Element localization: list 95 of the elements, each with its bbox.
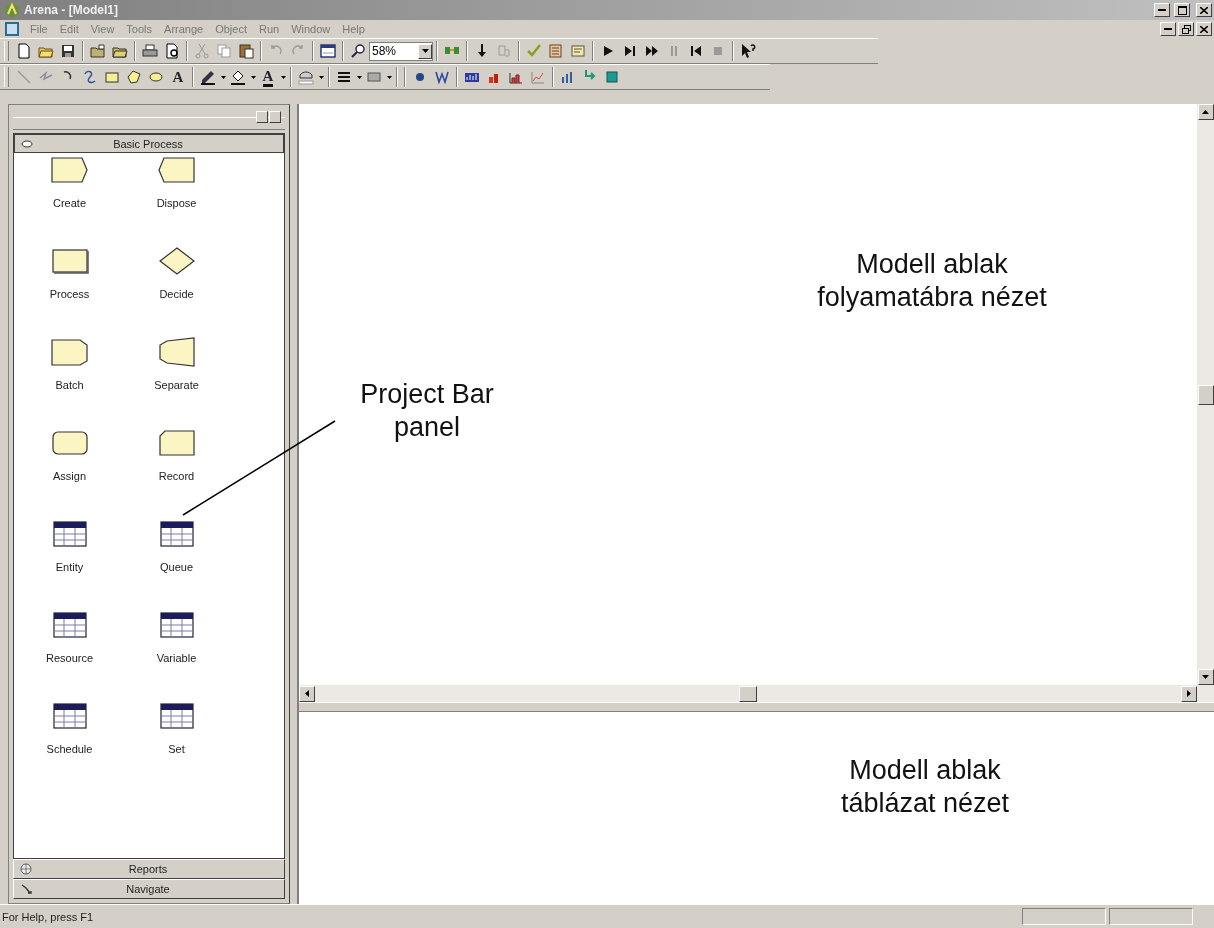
dropdown-arrow-icon[interactable] <box>250 75 256 79</box>
zoom-combo[interactable]: 58% <box>369 41 433 61</box>
module-label[interactable]: Decide <box>159 288 194 300</box>
close-panel-button[interactable] <box>269 111 281 123</box>
minimize-icon <box>1158 9 1166 11</box>
note-icon[interactable] <box>570 43 586 59</box>
module-label[interactable]: Create <box>53 197 86 209</box>
skip-back-icon[interactable] <box>688 43 704 59</box>
separate-shape-icon[interactable] <box>156 337 197 367</box>
panel-header[interactable]: Basic Process <box>13 133 285 153</box>
station-icon[interactable] <box>604 69 620 85</box>
new-document-icon[interactable] <box>16 43 32 59</box>
maximize-icon <box>1177 5 1187 15</box>
dropdown-arrow-icon[interactable] <box>220 75 226 79</box>
fast-forward-icon[interactable] <box>644 43 660 59</box>
module-label[interactable]: Batch <box>55 379 84 391</box>
clipboard-icon[interactable] <box>238 43 254 59</box>
minimize-button[interactable] <box>1160 22 1176 36</box>
close-icon <box>1200 25 1208 33</box>
left-arrow-icon <box>305 690 309 697</box>
process-shape-icon[interactable] <box>49 246 90 276</box>
horizontal-scrollbar[interactable] <box>299 685 1214 702</box>
eye-icon <box>21 139 33 148</box>
create-shape-icon[interactable] <box>49 155 90 185</box>
vertical-scrollbar[interactable] <box>1197 104 1214 685</box>
globe-icon <box>20 863 32 875</box>
dropdown-arrow-icon[interactable] <box>318 75 324 79</box>
word-document-icon[interactable] <box>434 69 450 85</box>
dropdown-arrow-icon[interactable] <box>421 49 429 53</box>
scroll-thumb[interactable] <box>1197 384 1214 405</box>
down-arrow-icon <box>1202 675 1209 679</box>
scroll-left-button[interactable] <box>256 111 268 123</box>
module-label[interactable]: Process <box>49 288 90 300</box>
step-icon[interactable] <box>622 43 638 59</box>
close-icon <box>1200 6 1208 14</box>
printer-icon[interactable] <box>142 43 158 59</box>
scroll-down-button[interactable] <box>1197 669 1214 685</box>
module-label[interactable]: Record <box>158 470 195 482</box>
curve-icon[interactable] <box>82 69 98 85</box>
close-button[interactable] <box>1196 3 1212 17</box>
scroll-thumb[interactable] <box>739 685 757 702</box>
module-label[interactable]: Dispose <box>156 197 197 209</box>
background-color-icon[interactable] <box>298 69 314 85</box>
window-icon[interactable] <box>320 43 336 59</box>
record-shape-icon[interactable] <box>156 428 197 458</box>
scroll-right-button[interactable] <box>1181 685 1197 702</box>
panel-header[interactable]: Reports <box>13 859 285 879</box>
assign-shape-icon[interactable] <box>49 428 90 458</box>
help-cursor-icon[interactable] <box>740 43 756 59</box>
line-color-icon[interactable] <box>200 69 216 85</box>
splitter-bar[interactable] <box>299 702 1214 712</box>
rectangle-icon[interactable] <box>104 69 120 85</box>
annotation-label: Project Bar panel <box>359 378 495 444</box>
module-label[interactable]: Assign <box>53 470 86 482</box>
minimize-icon <box>1164 28 1172 30</box>
annotation-label: Modell ablak folyamatábra nézet <box>816 248 1048 314</box>
dropdown-arrow-icon[interactable] <box>356 75 362 79</box>
module-label[interactable]: Entity <box>55 561 84 573</box>
dropdown-arrow-icon[interactable] <box>280 75 286 79</box>
dispose-shape-icon[interactable] <box>156 155 197 185</box>
ellipse-icon[interactable] <box>148 69 164 85</box>
module-label[interactable]: Schedule <box>46 743 93 755</box>
up-arrow-icon <box>1202 110 1209 114</box>
polygon-icon[interactable] <box>126 69 142 85</box>
scroll-up-button[interactable] <box>1197 104 1214 120</box>
module-label[interactable]: Resource <box>45 652 94 664</box>
fill-color-icon[interactable] <box>230 69 246 85</box>
maximize-button[interactable] <box>1174 3 1190 17</box>
restore-button[interactable] <box>1178 22 1194 36</box>
print-preview-icon[interactable] <box>164 43 180 59</box>
panel-header[interactable]: Navigate <box>13 879 285 899</box>
line-width-icon[interactable] <box>336 69 352 85</box>
scroll-left-button[interactable] <box>299 685 315 702</box>
module-label[interactable]: Separate <box>154 379 199 391</box>
dropdown-arrow-icon[interactable] <box>386 75 392 79</box>
check-icon[interactable] <box>526 43 542 59</box>
right-arrow-icon <box>1187 690 1191 697</box>
folder-icon[interactable] <box>90 43 106 59</box>
status-text: For Help, press F1 <box>2 910 95 923</box>
close-button[interactable] <box>1196 22 1212 36</box>
minimize-button[interactable] <box>1154 3 1170 17</box>
text-tool[interactable]: A <box>172 69 184 85</box>
save-icon[interactable] <box>60 43 76 59</box>
module-label[interactable]: Queue <box>160 561 193 573</box>
restore-icon <box>1181 24 1191 34</box>
batch-shape-icon[interactable] <box>49 337 90 367</box>
app-icon <box>4 2 20 18</box>
annotation-label: Modell ablak táblázat nézet <box>839 754 1011 820</box>
font-color-tool[interactable]: A <box>262 67 274 87</box>
module-label[interactable]: Variable <box>156 652 197 664</box>
magnifier-icon[interactable] <box>350 43 366 59</box>
arrows-icon <box>20 883 32 895</box>
module-label[interactable]: Set <box>168 743 185 755</box>
document-icon[interactable] <box>4 21 20 37</box>
window-title: Arena - [Model1] <box>24 3 119 17</box>
